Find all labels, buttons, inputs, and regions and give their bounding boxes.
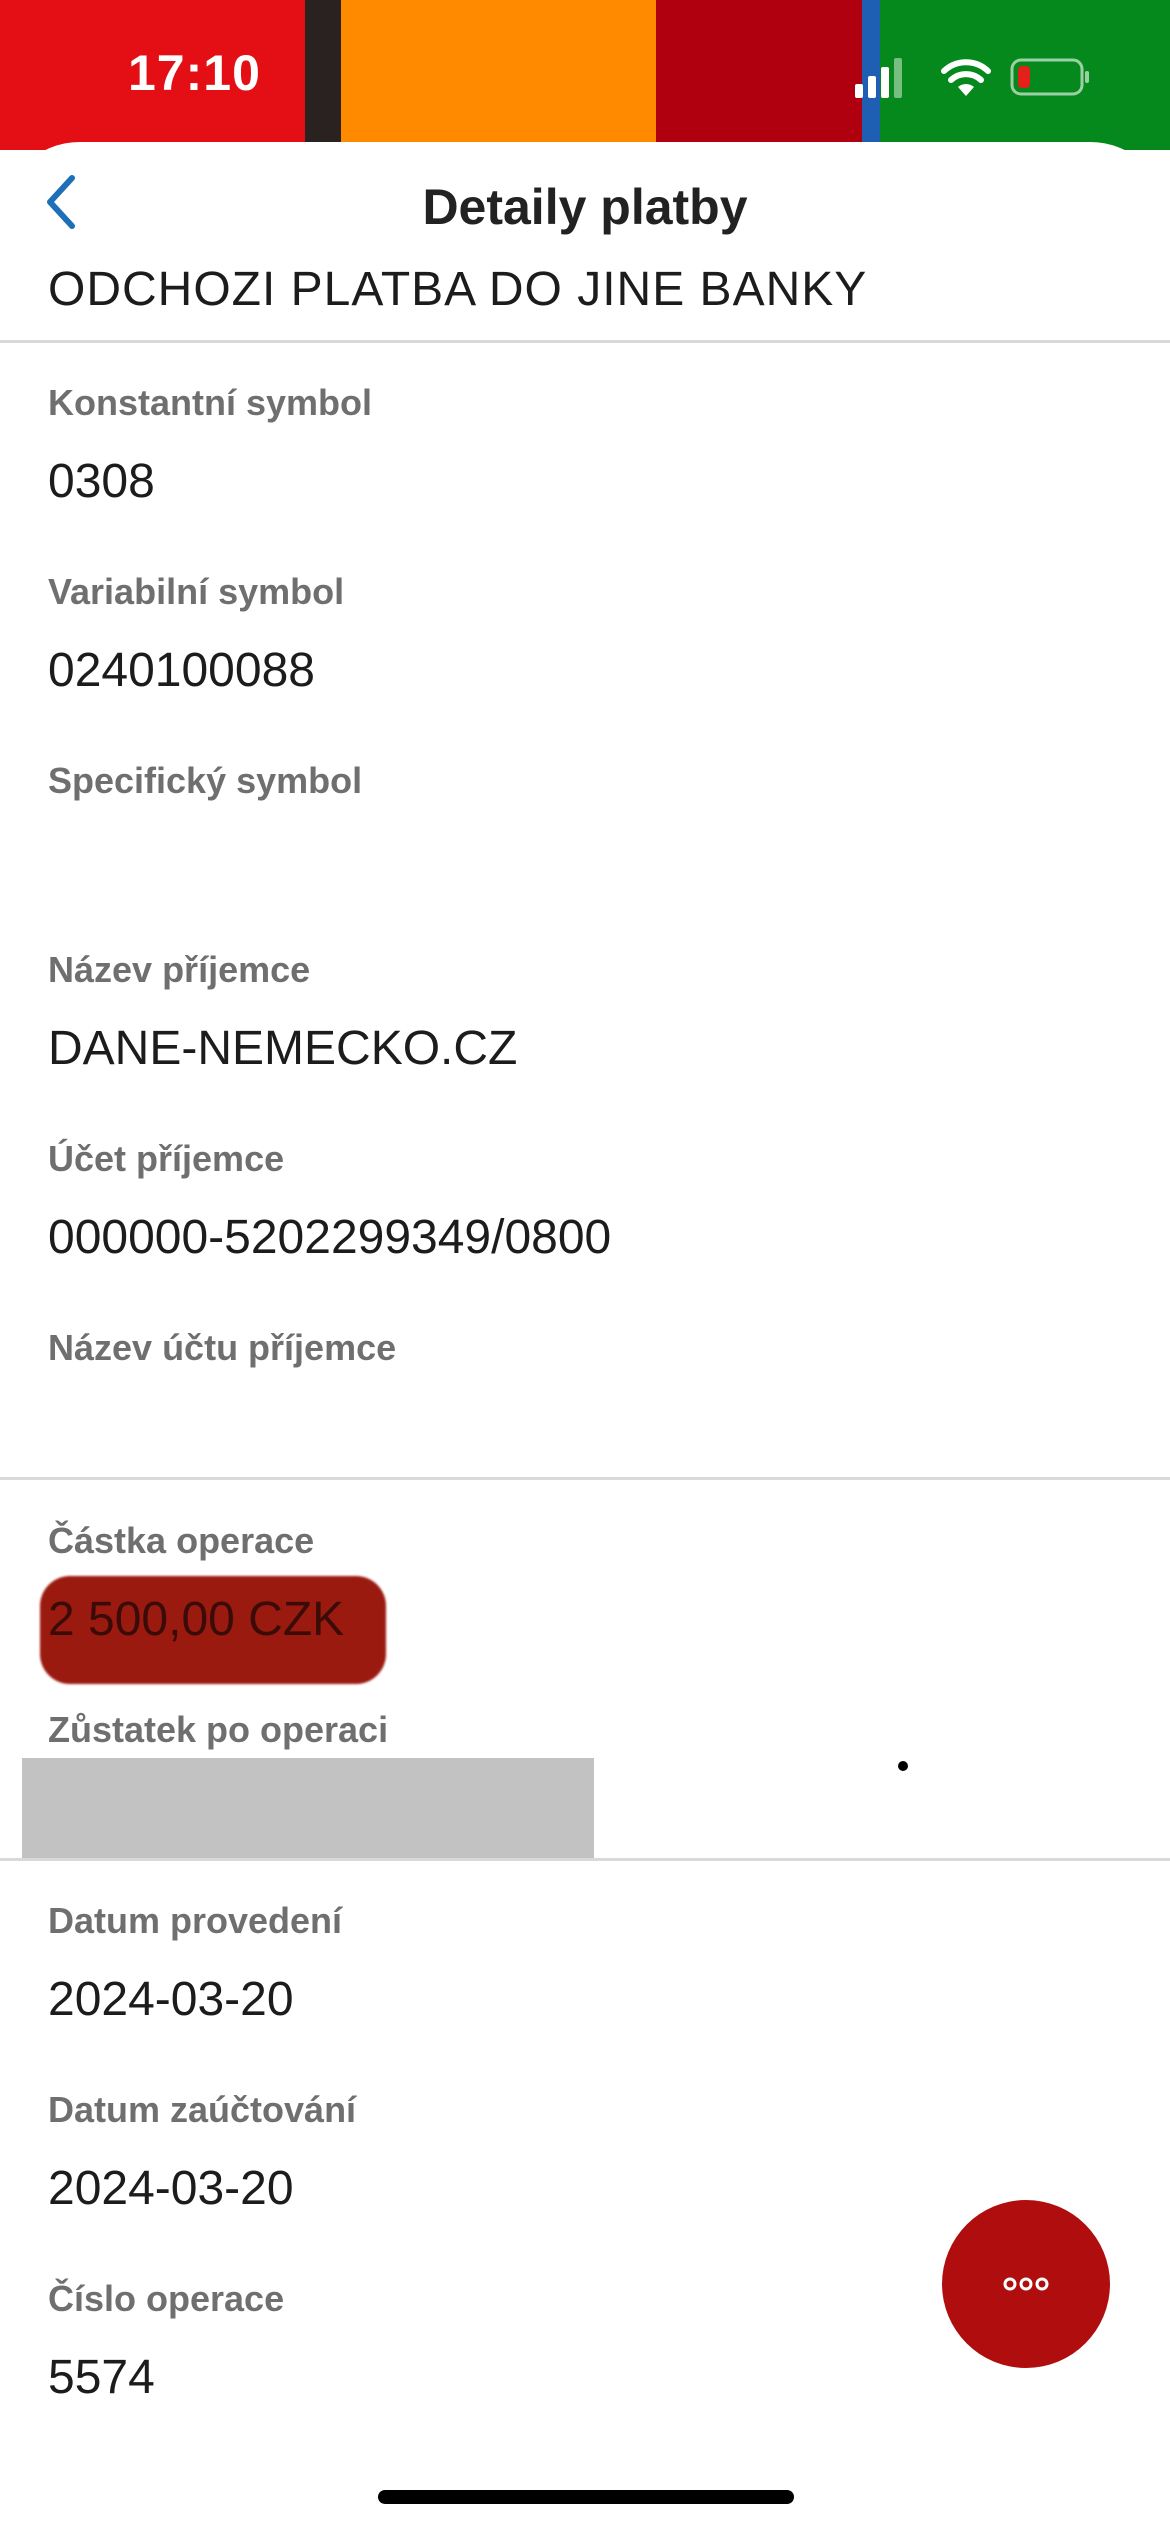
- divider: [0, 1477, 1170, 1480]
- transaction-type: ODCHOZI PLATBA DO JINE BANKY: [48, 263, 868, 316]
- variable-symbol-label: Variabilní symbol: [48, 571, 345, 612]
- divider: [0, 1858, 1170, 1861]
- battery-low-icon: [1010, 58, 1089, 96]
- recipient-account-name-label: Název účtu příjemce: [48, 1327, 397, 1368]
- status-icons: [855, 58, 1089, 98]
- status-stripe-orange: [341, 0, 656, 150]
- page-title: Detaily platby: [422, 179, 748, 235]
- posting-date-value: 2024-03-20: [48, 2162, 294, 2215]
- recipient-account-value: 000000-5202299349/0800: [48, 1211, 612, 1264]
- recipient-name-label: Název příjemce: [48, 949, 311, 990]
- dot-mark: [898, 1761, 908, 1771]
- more-options-icon: [1003, 2277, 1049, 2291]
- wifi-icon: [941, 59, 991, 96]
- execution-date-label: Datum provedení: [48, 1900, 343, 1941]
- variable-symbol-value: 0240100088: [48, 644, 315, 697]
- balance-redaction: [22, 1758, 594, 1860]
- recipient-account-label: Účet příjemce: [48, 1138, 285, 1179]
- operation-number-value: 5574: [48, 2351, 155, 2404]
- cellular-signal-icon: [855, 58, 902, 98]
- status-stripe-dark: [305, 0, 341, 150]
- execution-date-value: 2024-03-20: [48, 1973, 294, 2026]
- specific-symbol-label: Specifický symbol: [48, 760, 363, 801]
- balance-after-label: Zůstatek po operaci: [48, 1709, 389, 1750]
- recipient-name-value: DANE-NEMECKO.CZ: [48, 1022, 518, 1075]
- operation-number-label: Číslo operace: [48, 2278, 285, 2319]
- amount-value: 2 500,00 CZK: [48, 1593, 345, 1646]
- status-stripe-darkred: [656, 0, 862, 150]
- divider: [0, 340, 1170, 343]
- constant-symbol-label: Konstantní symbol: [48, 382, 373, 423]
- constant-symbol-value: 0308: [48, 455, 155, 508]
- status-bar: 17:10: [0, 0, 1170, 150]
- home-indicator[interactable]: [378, 2490, 794, 2504]
- more-options-button[interactable]: [942, 2200, 1110, 2368]
- posting-date-label: Datum zaúčtování: [48, 2089, 357, 2130]
- amount-label: Částka operace: [48, 1520, 315, 1561]
- status-time: 17:10: [128, 45, 261, 101]
